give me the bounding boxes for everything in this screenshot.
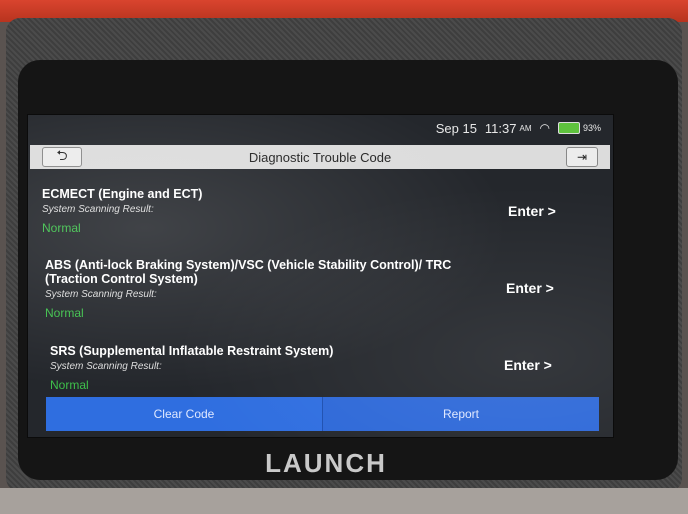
system-name: ECMECT (Engine and ECT) [42,187,203,201]
report-button[interactable]: Report [322,397,599,431]
system-row-srs[interactable]: SRS (Supplemental Inflatable Restraint S… [50,344,490,392]
exit-icon: ⇥ [576,150,588,164]
status-time: 11:37 [484,120,517,136]
scan-result-label: System Scanning Result: [45,289,157,300]
tablet-screen: Sep 15 11:37 AM ◠ 93% ⮌ Diagnostic Troub… [28,115,613,437]
battery-percent: 93% [582,123,601,133]
page-title: Diagnostic Trouble Code [248,149,392,165]
status-bar: Sep 15 11:37 AM ◠ 93% [28,115,613,141]
battery-indicator: 93% [557,122,601,134]
scan-result-label: System Scanning Result: [50,361,162,372]
system-row-abs[interactable]: ABS (Anti-lock Braking System)/VSC (Vehi… [45,258,485,320]
exit-button[interactable]: ⇥ [566,147,598,167]
enter-button-srs[interactable]: Enter > [504,357,552,373]
back-arrow-icon: ⮌ [56,147,68,163]
enter-button-abs[interactable]: Enter > [506,280,554,296]
title-bar: ⮌ Diagnostic Trouble Code ⇥ [30,145,610,169]
bottom-action-bar: Clear Code Report [46,397,599,431]
scan-status: Normal [50,378,89,392]
wifi-icon: ◠ [539,121,550,135]
battery-icon [557,122,580,134]
scan-status: Normal [42,221,81,235]
status-date: Sep 15 [435,120,477,136]
back-button[interactable]: ⮌ [42,147,82,167]
system-name: ABS (Anti-lock Braking System)/VSC (Vehi… [45,258,452,286]
system-name: SRS (Supplemental Inflatable Restraint S… [50,344,334,358]
scan-result-label: System Scanning Result: [42,204,154,215]
device-bottom-edge [0,488,688,514]
status-ampm: AM [519,123,532,133]
scan-status: Normal [45,306,84,320]
system-row-ecmect[interactable]: ECMECT (Engine and ECT) System Scanning … [42,187,482,235]
launch-logo: LAUNCH [265,448,387,478]
clear-code-button[interactable]: Clear Code [46,397,322,431]
enter-button-ecmect[interactable]: Enter > [508,203,556,219]
